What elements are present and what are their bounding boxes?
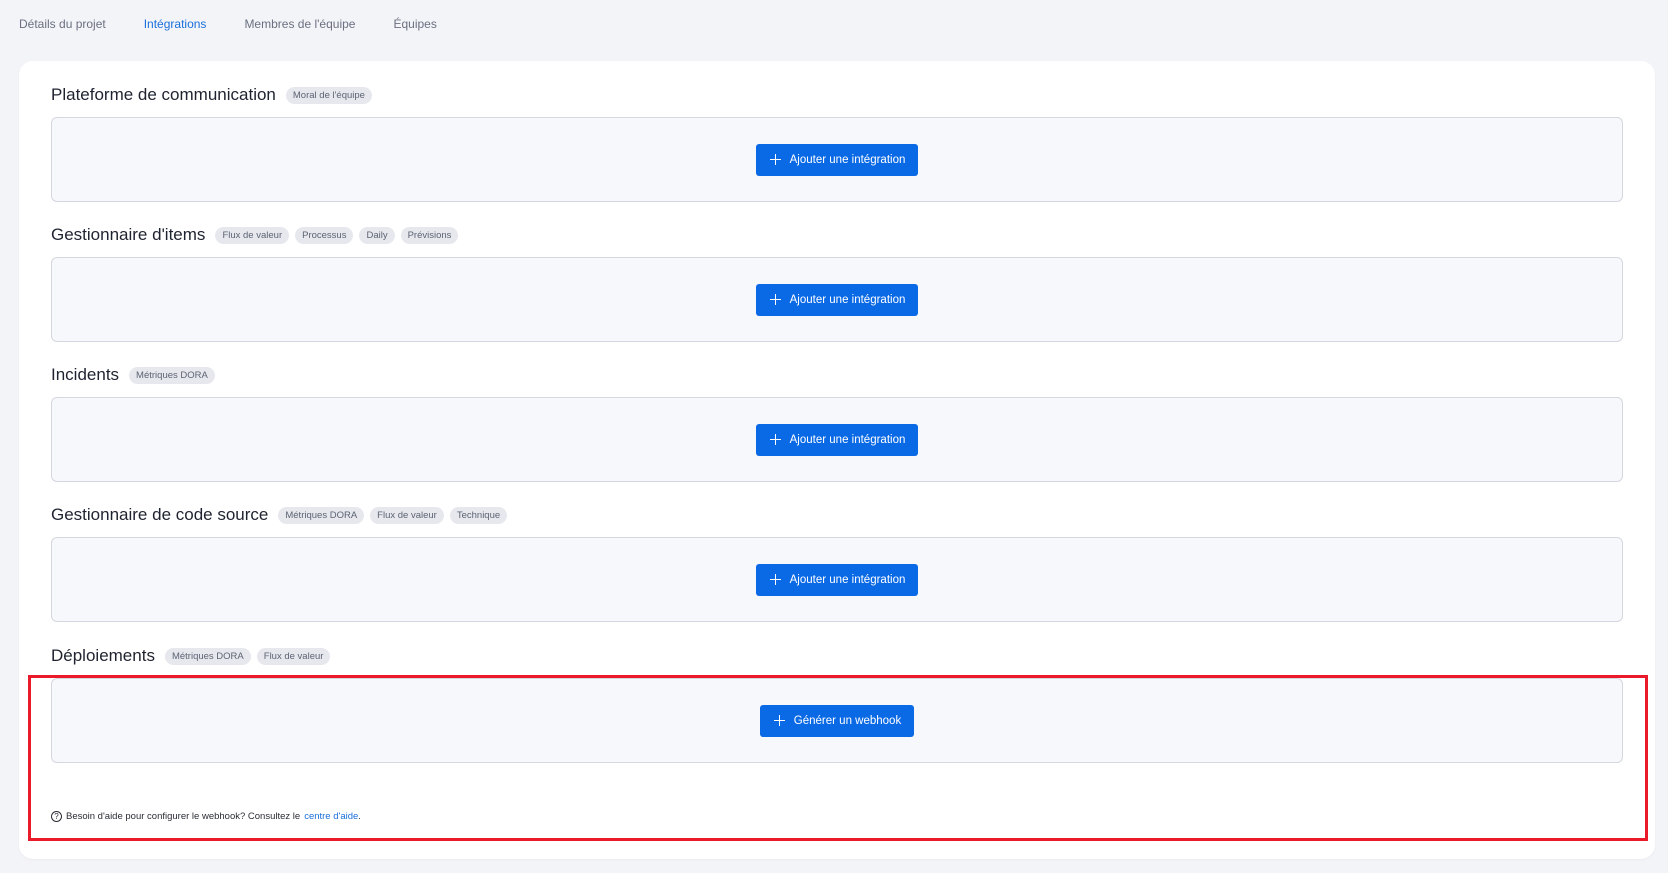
tag: Métriques DORA: [278, 506, 365, 524]
tag: Moral de l'équipe: [285, 86, 372, 104]
button-label: Ajouter une intégration: [789, 433, 906, 446]
button-label: Générer un webhook: [793, 714, 902, 727]
section-title: Incidents: [51, 365, 120, 384]
plus-icon: [769, 434, 781, 445]
plus-icon: [769, 154, 781, 165]
add-integration-button[interactable]: Ajouter une intégration: [755, 563, 919, 596]
section-title: Plateforme de communication: [51, 85, 276, 104]
integration-dropzone: Ajouter une intégration: [51, 537, 1623, 622]
generate-webhook-button[interactable]: Générer un webhook: [759, 704, 915, 737]
add-integration-button[interactable]: Ajouter une intégration: [755, 143, 919, 176]
button-label: Ajouter une intégration: [789, 573, 906, 586]
integrations-card: Plateforme de communication Moral de l'é…: [19, 61, 1655, 859]
section-header: Incidents Métriques DORA: [51, 365, 215, 385]
webhook-dropzone: Générer un webhook: [51, 678, 1623, 763]
tag: Technique: [449, 506, 508, 524]
tab-team-members[interactable]: Membres de l'équipe: [244, 17, 355, 31]
tag: Flux de valeur: [256, 647, 331, 665]
button-label: Ajouter une intégration: [789, 153, 906, 166]
integration-dropzone: Ajouter une intégration: [51, 397, 1623, 482]
help-center-link[interactable]: centre d'aide: [304, 811, 358, 822]
tag: Flux de valeur: [215, 226, 290, 244]
section-header: Déploiements Métriques DORA Flux de vale…: [51, 646, 331, 666]
add-integration-button[interactable]: Ajouter une intégration: [755, 283, 919, 316]
button-label: Ajouter une intégration: [789, 293, 906, 306]
plus-icon: [769, 294, 781, 305]
integration-dropzone: Ajouter une intégration: [51, 117, 1623, 202]
tag: Daily: [359, 226, 395, 244]
section-header: Gestionnaire de code source Métriques DO…: [51, 505, 508, 525]
add-integration-button[interactable]: Ajouter une intégration: [755, 423, 919, 456]
tab-project-details[interactable]: Détails du projet: [19, 17, 106, 31]
help-text: Besoin d'aide pour configurer le webhook…: [66, 811, 301, 822]
help-circle-icon: ?: [51, 811, 62, 822]
help-note: ? Besoin d'aide pour configurer le webho…: [51, 811, 361, 822]
section-title: Déploiements: [51, 646, 155, 665]
tab-integrations[interactable]: Intégrations: [144, 17, 207, 31]
integration-dropzone: Ajouter une intégration: [51, 257, 1623, 342]
tag: Métriques DORA: [164, 647, 251, 665]
section-header: Plateforme de communication Moral de l'é…: [51, 85, 372, 105]
tag: Processus: [295, 226, 354, 244]
plus-icon: [773, 715, 785, 726]
tag: Prévisions: [400, 226, 459, 244]
plus-icon: [769, 574, 781, 585]
help-suffix: .: [358, 811, 361, 822]
tab-teams[interactable]: Équipes: [393, 17, 436, 31]
tab-bar: Détails du projet Intégrations Membres d…: [19, 17, 437, 31]
section-header: Gestionnaire d'items Flux de valeur Proc…: [51, 225, 459, 245]
section-title: Gestionnaire de code source: [51, 505, 269, 524]
tag: Flux de valeur: [370, 506, 444, 524]
tag: Métriques DORA: [129, 366, 215, 384]
section-title: Gestionnaire d'items: [51, 225, 206, 244]
